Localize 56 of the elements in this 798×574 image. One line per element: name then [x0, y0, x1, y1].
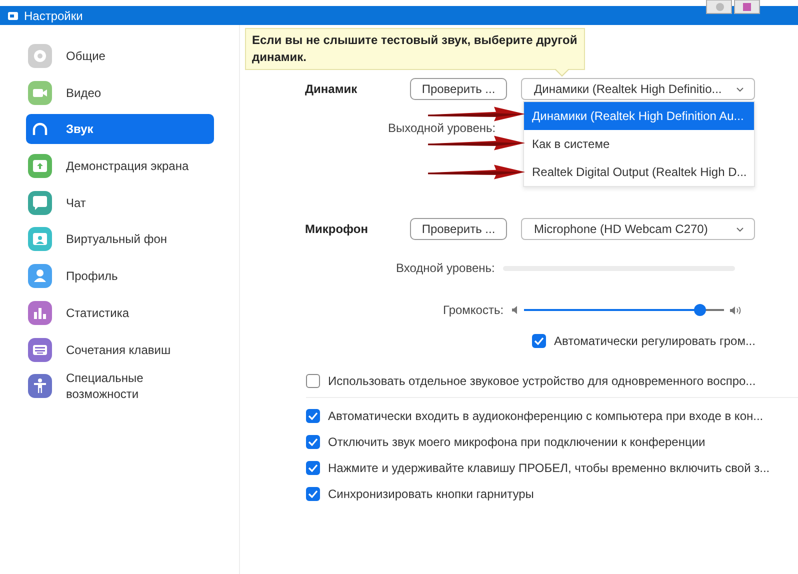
tooltip: Если вы не слышите тестовый звук, выберите другой динамик. — [245, 28, 585, 70]
checkbox[interactable] — [306, 487, 320, 501]
checkbox[interactable] — [306, 409, 320, 423]
chevron-down-icon — [736, 86, 744, 92]
sidebar-item[interactable]: Профиль — [26, 261, 214, 292]
dropdown-option[interactable]: Realtek Digital Output (Realtek High D... — [524, 158, 754, 186]
checkbox[interactable] — [306, 435, 320, 449]
user-icon — [28, 264, 52, 288]
dropdown-option[interactable]: Динамики (Realtek High Definition Au... — [524, 102, 754, 130]
sidebar-item[interactable]: Звук — [26, 114, 214, 144]
microphone-label: Микрофон — [305, 222, 369, 236]
speaker-high-icon — [730, 306, 743, 314]
checkbox[interactable] — [532, 334, 546, 348]
speaker-low-icon — [512, 306, 518, 314]
output-level-label: Выходной уровень: — [388, 121, 496, 135]
tooltip-tail — [555, 69, 569, 77]
sidebar-item[interactable]: Сочетания клавиш — [26, 334, 214, 364]
dropdown-option[interactable]: Как в системе — [524, 130, 754, 158]
bar-chart-icon — [28, 300, 52, 325]
input-level-label: Входной уровень: — [396, 261, 495, 275]
gear-icon — [28, 44, 52, 68]
slider-thumb[interactable] — [694, 304, 706, 316]
accessibility-icon — [28, 374, 52, 398]
pointer-arrow-icon — [428, 164, 526, 180]
chat-icon — [28, 190, 52, 215]
camera-icon — [28, 80, 52, 105]
checkbox-label: Автоматически входить в аудиоконференцию с компьютера при входе в кон... — [328, 409, 764, 423]
sidebar-item[interactable]: Чат — [26, 188, 214, 218]
checkbox[interactable] — [306, 374, 320, 388]
sidebar-item[interactable]: Общие — [26, 41, 214, 71]
keyboard-icon — [28, 338, 52, 362]
test-speaker-button[interactable]: Проверить ... — [410, 78, 507, 100]
sidebar-item[interactable]: Виртуальный фон — [26, 224, 214, 254]
checkbox-label: Автоматически регулировать гром... — [554, 334, 756, 348]
checkbox-label: Использовать отдельное звуковое устройство для одновременного воспро... — [328, 374, 756, 388]
portrait-icon — [28, 227, 52, 252]
window-title: Настройки — [24, 8, 83, 22]
sidebar-item[interactable]: Статистика — [26, 298, 214, 328]
sidebar-item[interactable]: Видео — [26, 78, 214, 108]
speaker-label: Динамик — [305, 82, 358, 96]
sidebar-item[interactable]: Демонстрация экрана — [26, 151, 214, 182]
pointer-arrow-icon — [428, 106, 526, 122]
volume-label: Громкость: — [443, 303, 504, 317]
window-controls-icon[interactable] — [706, 0, 760, 14]
checkbox-label: Синхронизировать кнопки гарнитуры — [328, 487, 534, 501]
checkbox-label: Отключить звук моего микрофона при подключении к конференции — [328, 435, 706, 449]
pointer-arrow-icon — [428, 135, 526, 151]
test-microphone-button[interactable]: Проверить ... — [410, 218, 507, 240]
checkbox[interactable] — [306, 461, 320, 475]
microphone-dropdown[interactable]: Microphone (HD Webcam C270) — [521, 218, 755, 240]
checkbox-label: Нажмите и удерживайте клавишу ПРОБЕЛ, чтобы временно включить свой з... — [328, 461, 770, 475]
upload-icon — [28, 154, 52, 178]
camera-icon — [8, 12, 18, 20]
speaker-dropdown[interactable]: Динамики (Realtek High Definitio... — [521, 78, 755, 100]
chevron-down-icon — [736, 226, 744, 232]
sidebar-item[interactable]: Специальные возможности — [26, 371, 214, 402]
